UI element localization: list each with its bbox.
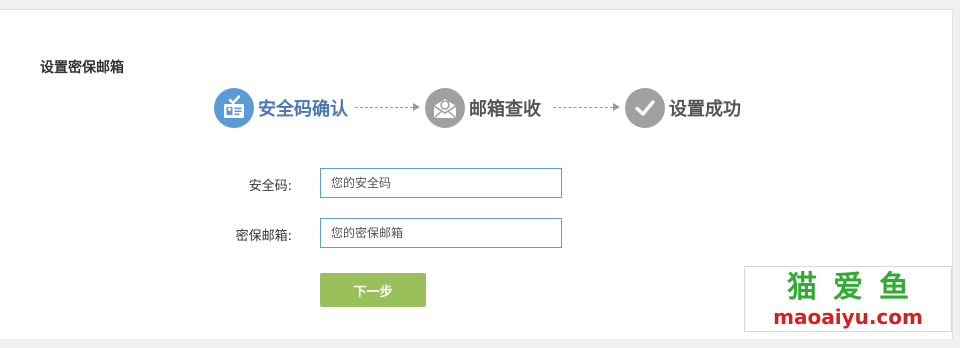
security-email-input[interactable] <box>320 218 562 248</box>
id-card-check-icon <box>214 88 254 128</box>
security-code-input[interactable] <box>320 168 562 198</box>
security-email-label: 密保邮箱: <box>235 229 292 244</box>
security-code-label: 安全码: <box>248 179 292 194</box>
panel-title: 设置密保邮箱 <box>40 60 124 76</box>
watermark-url-text: maoaiyu.com <box>773 305 923 329</box>
step-label: 设置成功 <box>669 99 741 120</box>
mail-open-icon <box>425 88 465 128</box>
step-connector-arrow <box>355 103 420 111</box>
step-label: 安全码确认 <box>258 99 348 120</box>
site-watermark-logo: 猫爱鱼 maoaiyu.com <box>744 266 952 332</box>
next-step-button[interactable]: 下一步 <box>320 273 426 307</box>
step-security-code-confirm: 安全码确认 <box>214 86 348 130</box>
step-setup-success: 设置成功 <box>625 86 741 130</box>
check-circle-icon <box>625 88 665 128</box>
step-check-email: 邮箱查收 <box>425 86 541 130</box>
step-connector-arrow <box>553 103 620 111</box>
step-label: 邮箱查收 <box>469 99 541 120</box>
watermark-cn-text: 猫爱鱼 <box>787 270 925 305</box>
